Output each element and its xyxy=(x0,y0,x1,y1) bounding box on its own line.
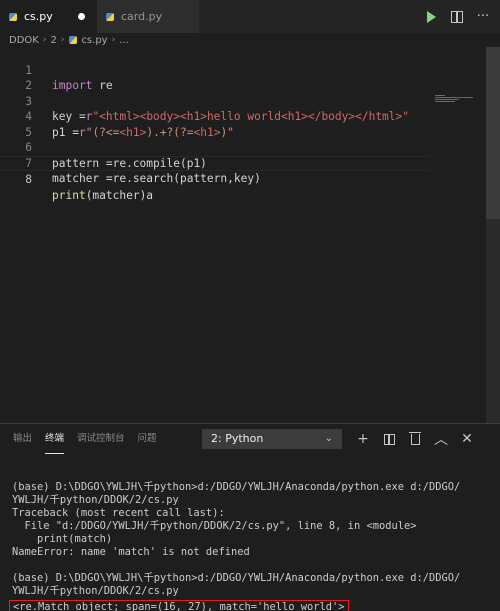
code-editor[interactable]: 1 import re 2 3 key =r"<html><body><h1>h… xyxy=(0,47,486,423)
breadcrumb: DDOK › 2 › cs.py › ... xyxy=(0,33,500,47)
terminal-line: NameError: name 'match' is not defined xyxy=(12,546,250,558)
code-line-current[interactable]: 8 print(matcher)a xyxy=(0,155,430,202)
terminal-line: (base) D:\DDGO\YWLJH\千python>d:/DDGO/YWL… xyxy=(12,481,461,493)
terminal-output[interactable]: (base) D:\DDGO\YWLJH\千python>d:/DDGO/YWL… xyxy=(9,468,492,611)
scrollbar-track xyxy=(486,219,500,423)
terminal-select-value: 2: Python xyxy=(211,432,264,445)
tab-cs-py[interactable]: cs.py xyxy=(0,0,97,33)
tab-debug-console[interactable]: 调试控制台 xyxy=(77,424,125,454)
terminal-line: YWLJH/千python/DDOK/2/cs.py xyxy=(12,494,179,506)
python-file-icon xyxy=(105,12,115,22)
breadcrumb-item[interactable]: ... xyxy=(119,35,129,46)
tab-card-py[interactable]: card.py xyxy=(97,0,199,33)
new-terminal-button[interactable]: + xyxy=(350,428,376,450)
split-editor-button[interactable] xyxy=(444,4,470,30)
plus-icon: + xyxy=(357,431,369,447)
breadcrumb-item[interactable]: 2 xyxy=(50,35,56,46)
trash-icon xyxy=(408,431,421,445)
terminal-line: YWLJH/千python/DDOK/2/cs.py xyxy=(12,585,179,597)
code-text: matcher =re.search(pattern,key) xyxy=(52,172,261,185)
editor-scrollbar[interactable] xyxy=(486,47,500,423)
python-file-icon xyxy=(68,35,78,45)
tab-label: cs.py xyxy=(24,10,53,23)
split-icon xyxy=(383,433,395,445)
terminal-line: File "d:/DDGO/YWLJH/千python/DDOK/2/cs.py… xyxy=(12,520,417,532)
tab-problems[interactable]: 问题 xyxy=(138,424,157,454)
ellipsis-icon: ··· xyxy=(476,9,490,24)
function-name: print xyxy=(52,188,86,202)
highlighted-result: <re.Match object; span=(16, 27), match='… xyxy=(9,600,349,611)
code-line[interactable]: 6 pattern =re.compile(p1) xyxy=(0,125,430,170)
split-icon xyxy=(451,10,463,23)
code-line[interactable]: 4 p1 =r"(?<=<h1>).+?(?=<h1>)" xyxy=(0,94,430,139)
code-line[interactable]: 7 matcher =re.search(pattern,key) xyxy=(0,140,430,186)
play-icon xyxy=(426,10,436,23)
bottom-panel: 输出 终端 调试控制台 问题 2: Python ⌄ + ︿ ✕ (base) … xyxy=(0,423,500,611)
chevron-right-icon: › xyxy=(111,35,116,45)
code-line[interactable]: 1 import re xyxy=(0,47,430,93)
kill-terminal-button[interactable] xyxy=(402,428,428,450)
code-line[interactable]: 3 key =r"<html><body><h1>hello world<h1>… xyxy=(0,78,430,124)
breadcrumb-item[interactable]: DDOK xyxy=(9,35,39,46)
editor-tab-bar: cs.py card.py ··· xyxy=(0,0,500,33)
code-text: (matcher)a xyxy=(85,188,154,202)
tab-output[interactable]: 输出 xyxy=(13,424,32,454)
scrollbar-thumb[interactable] xyxy=(486,47,500,219)
terminal-line: print(match) xyxy=(12,533,113,545)
split-terminal-button[interactable] xyxy=(376,428,402,450)
chevron-right-icon: › xyxy=(60,35,65,45)
python-file-icon xyxy=(8,12,18,22)
chevron-up-icon: ︿ xyxy=(434,432,448,448)
code-line[interactable]: 2 xyxy=(0,63,430,92)
more-actions-button[interactable]: ··· xyxy=(470,4,496,30)
maximize-panel-button[interactable]: ︿ xyxy=(428,428,454,450)
close-panel-button[interactable]: ✕ xyxy=(454,428,480,450)
run-button[interactable] xyxy=(418,4,444,30)
breadcrumb-item[interactable]: cs.py xyxy=(81,35,107,46)
chevron-down-icon: ⌄ xyxy=(324,433,333,444)
code-line[interactable]: 5 xyxy=(0,109,430,139)
line-number: 8 xyxy=(25,173,32,186)
minimap[interactable] xyxy=(435,95,477,107)
close-icon: ✕ xyxy=(461,431,473,447)
chevron-right-icon: › xyxy=(42,35,47,45)
tab-label: card.py xyxy=(121,10,163,23)
terminal-line: Traceback (most recent call last): xyxy=(12,507,225,519)
tab-terminal[interactable]: 终端 xyxy=(45,424,65,454)
terminal-line: (base) D:\DDGO\YWLJH\千python>d:/DDGO/YWL… xyxy=(12,572,461,584)
terminal-select[interactable]: 2: Python ⌄ xyxy=(202,429,342,449)
unsaved-dot-icon[interactable] xyxy=(78,13,85,20)
